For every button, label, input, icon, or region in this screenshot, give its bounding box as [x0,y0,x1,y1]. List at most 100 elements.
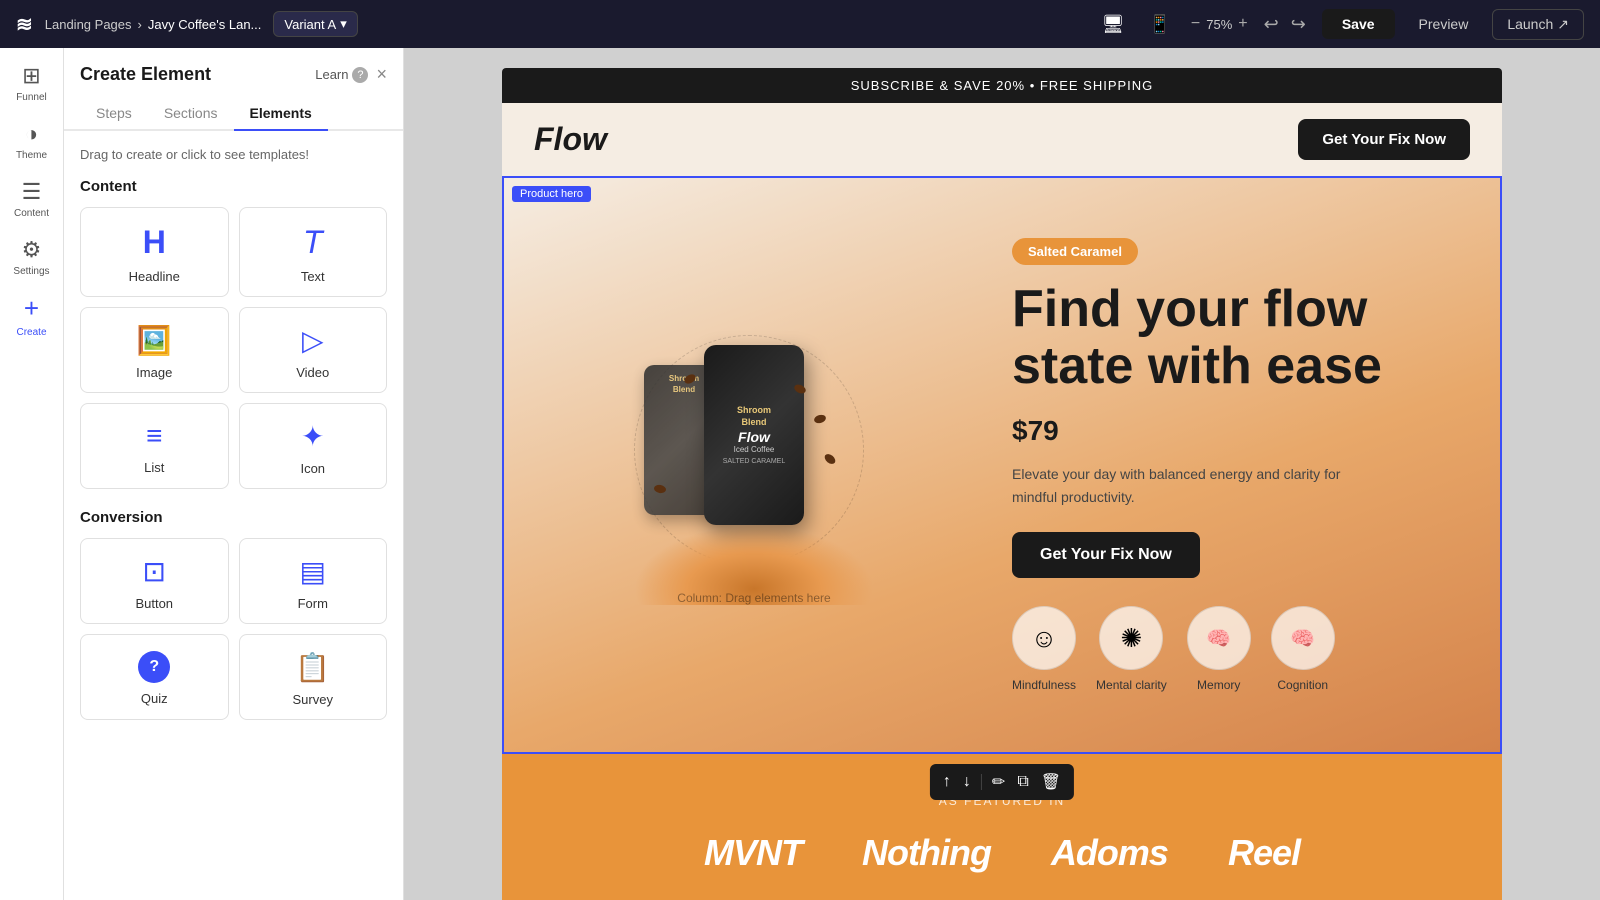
element-image[interactable]: 🖼️ Image [80,307,229,393]
close-panel-button[interactable]: × [376,64,387,85]
memory-label: Memory [1197,678,1240,692]
mobile-view-button[interactable]: 📱 [1141,10,1179,39]
headline-icon: H [143,224,166,261]
funnel-icon: ⊞ [22,63,40,89]
tab-elements[interactable]: Elements [234,97,328,131]
variant-selector[interactable]: Variant A ▾ [273,11,357,37]
canvas-wrapper: SUBSCRIBE & SAVE 20% • FREE SHIPPING Flo… [502,68,1502,880]
landing-page: SUBSCRIBE & SAVE 20% • FREE SHIPPING Flo… [502,68,1502,900]
breadcrumb-sep: › [138,17,142,32]
element-headline[interactable]: H Headline [80,207,229,297]
theme-icon: ◑ [25,121,38,147]
zoom-out-button[interactable]: − [1191,15,1200,33]
move-up-button[interactable]: ↑ [938,771,956,793]
element-video[interactable]: ▷ Video [239,307,388,393]
topbar: ≋ Landing Pages › Javy Coffee's Lan... V… [0,0,1600,48]
benefit-memory: 🧠 Memory [1187,606,1251,692]
save-button[interactable]: Save [1322,9,1395,39]
content-icon: ☰ [22,179,42,205]
main-layout: ⊞ Funnel ◑ Theme ☰ Content ⚙ Settings + … [0,48,1600,900]
desktop-view-button[interactable]: 🖥 [1094,10,1133,39]
breadcrumb-current: Javy Coffee's Lan... [148,17,262,32]
cognition-icon: 🧠 [1271,606,1335,670]
preview-button[interactable]: Preview [1407,16,1481,32]
hero-left-column[interactable]: ShroomBlend ShroomBlend Flow Iced Coffee… [536,305,972,625]
featured-logo-reel: Reel [1228,832,1300,874]
sidebar-item-settings[interactable]: ⚙ Settings [5,230,59,284]
sidebar-item-content[interactable]: ☰ Content [5,172,59,226]
featured-logo-adoms: Adoms [1051,832,1168,874]
conversion-elements-grid: ⊡ Button ▤ Form ? Quiz 📋 Survey [80,538,387,720]
hero-nav: Flow Get Your Fix Now [502,103,1502,176]
cognition-label: Cognition [1277,678,1328,692]
benefit-mindfulness: ☺ Mindfulness [1012,606,1076,692]
list-label: List [144,460,164,475]
element-button[interactable]: ⊡ Button [80,538,229,624]
help-icon: ? [352,67,368,83]
featured-logo-nothing: Nothing [862,832,991,874]
element-survey[interactable]: 📋 Survey [239,634,388,720]
element-text[interactable]: T Text [239,207,388,297]
learn-button[interactable]: Learn ? [315,67,368,83]
form-icon: ▤ [300,555,326,588]
mental-clarity-label: Mental clarity [1096,678,1167,692]
zoom-control: − 75% + [1191,15,1248,33]
sidebar-content-label: Content [14,208,49,219]
product-hero-inner: ShroomBlend ShroomBlend Flow Iced Coffee… [504,178,1500,752]
conversion-section-title: Conversion [80,509,387,526]
sidebar-item-create[interactable]: + Create [5,288,59,342]
element-toolbar: ↑ ↓ ✏ ⧉ 🗑 [930,764,1074,800]
quiz-label: Quiz [141,691,168,706]
nav-cta-button[interactable]: Get Your Fix Now [1298,119,1470,160]
mindfulness-icon: ☺ [1012,606,1076,670]
delete-element-button[interactable]: 🗑 [1036,770,1066,794]
undo-redo-controls: ↩ ↪ [1260,10,1310,39]
featured-logo-mvnt: MVNT [704,832,802,874]
text-label: Text [301,269,325,284]
redo-button[interactable]: ↪ [1287,10,1310,39]
zoom-in-button[interactable]: + [1238,15,1247,33]
breadcrumb-parent[interactable]: Landing Pages [45,17,132,32]
sidebar-item-theme[interactable]: ◑ Theme [5,114,59,168]
content-section-title: Content [80,178,387,195]
tab-sections[interactable]: Sections [148,97,234,131]
text-icon: T [303,224,323,261]
benefit-icons: ☺ Mindfulness ✺ Mental clarity 🧠 Memory [1012,606,1448,692]
create-element-panel: Create Element Learn ? × Steps Sections … [64,48,404,900]
app-logo: ≋ [16,12,33,37]
element-icon[interactable]: ✦ Icon [239,403,388,489]
element-quiz[interactable]: ? Quiz [80,634,229,720]
tab-steps[interactable]: Steps [80,97,148,131]
create-icon: + [24,293,39,324]
sidebar-settings-label: Settings [13,266,49,277]
copy-element-button[interactable]: ⧉ [1012,771,1033,793]
sidebar-funnel-label: Funnel [16,92,47,103]
element-form[interactable]: ▤ Form [239,538,388,624]
launch-button[interactable]: Launch ↗ [1492,9,1584,40]
drag-hint-text: Drag to create or click to see templates… [80,147,387,162]
product-hero-section[interactable]: Product hero [502,176,1502,754]
element-list[interactable]: ≡ List [80,403,229,489]
brand-logo: Flow [534,121,607,158]
column-drop-hint: Column: Drag elements here [536,591,972,605]
product-description: Elevate your day with balanced energy an… [1012,463,1352,508]
canvas-area[interactable]: SUBSCRIBE & SAVE 20% • FREE SHIPPING Flo… [404,48,1600,900]
sidebar-theme-label: Theme [16,150,47,161]
sidebar-item-funnel[interactable]: ⊞ Funnel [5,56,59,110]
survey-label: Survey [293,692,333,707]
panel-content: Drag to create or click to see templates… [64,131,403,756]
memory-icon: 🧠 [1187,606,1251,670]
undo-button[interactable]: ↩ [1260,10,1283,39]
benefit-mental-clarity: ✺ Mental clarity [1096,606,1167,692]
product-cta-button[interactable]: Get Your Fix Now [1012,532,1200,578]
edit-element-button[interactable]: ✏ [987,770,1010,794]
product-headline: Find your flow state with ease [1012,281,1448,395]
panel-title: Create Element [80,64,211,85]
button-label: Button [135,596,173,611]
learn-label: Learn [315,67,348,82]
section-type-label: Product hero [512,186,591,202]
move-down-button[interactable]: ↓ [958,771,976,793]
video-label: Video [296,365,329,380]
content-elements-grid: H Headline T Text 🖼️ Image ▷ Video ≡ [80,207,387,489]
benefit-cognition: 🧠 Cognition [1271,606,1335,692]
